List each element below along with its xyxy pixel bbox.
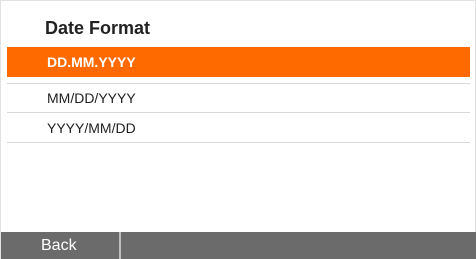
bottom-bar: Back	[1, 232, 476, 259]
date-format-option-mm-dd-yyyy[interactable]: MM/DD/YYYY	[7, 83, 470, 113]
date-format-list: DD.MM.YYYY MM/DD/YYYY YYYY/MM/DD	[7, 47, 470, 143]
date-format-option-yyyy-mm-dd[interactable]: YYYY/MM/DD	[7, 113, 470, 143]
date-format-option-dd-mm-yyyy[interactable]: DD.MM.YYYY	[7, 47, 470, 77]
footer-empty-area	[121, 232, 476, 259]
back-button[interactable]: Back	[1, 232, 121, 259]
date-format-screen: Date Format DD.MM.YYYY MM/DD/YYYY YYYY/M…	[0, 0, 476, 259]
page-title: Date Format	[45, 17, 151, 38]
